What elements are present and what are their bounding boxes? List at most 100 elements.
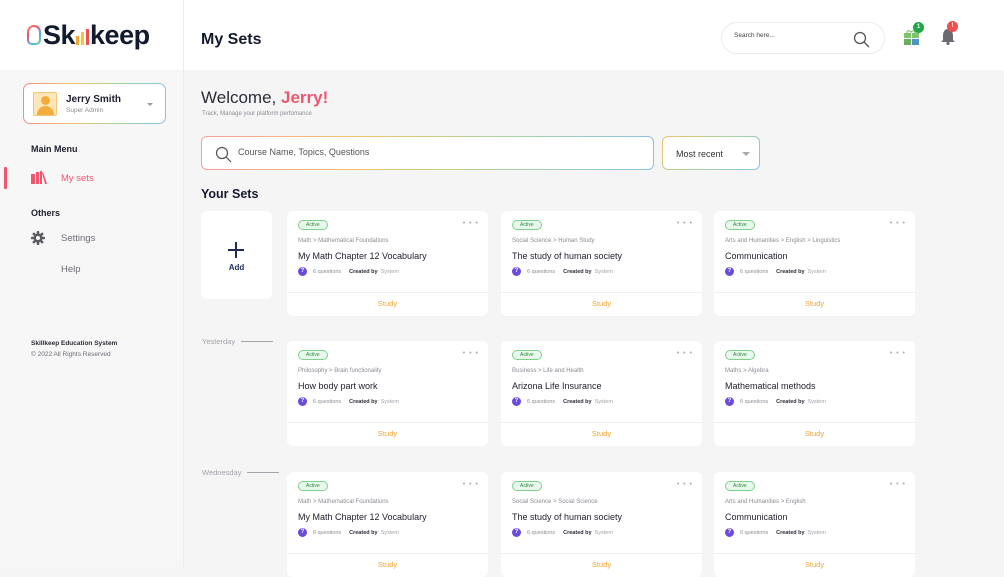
study-button[interactable]: Study	[501, 560, 702, 569]
add-set-button[interactable]: Add	[201, 211, 272, 299]
status-badge: Active	[512, 350, 542, 360]
card-title[interactable]: Mathematical methods	[725, 381, 816, 391]
card-meta: ? 6 questions Created by System	[298, 528, 399, 537]
study-button[interactable]: Study	[287, 299, 488, 308]
card-title[interactable]: My Math Chapter 12 Vocabulary	[298, 251, 427, 261]
card-meta: ? 6 questions Created by System	[725, 267, 826, 276]
question-count: 6 questions	[313, 529, 342, 536]
card-divider	[287, 422, 488, 423]
study-button[interactable]: Study	[714, 560, 915, 569]
sidebar-item-label: My sets	[61, 172, 94, 184]
search-icon[interactable]	[853, 31, 870, 53]
others-heading: Others	[31, 208, 61, 218]
books-icon	[31, 171, 47, 189]
gift-button[interactable]: 1	[904, 22, 924, 50]
set-card[interactable]: Active • • • Philosophy > Brain functional…	[287, 341, 488, 446]
card-breadcrumb: Math > Mathematical Foundations	[298, 238, 389, 244]
notifications-button[interactable]: !	[940, 21, 958, 50]
footer-company: Skillkeep Education System	[31, 340, 118, 347]
question-icon: ?	[512, 397, 521, 406]
card-title[interactable]: The study of human society	[512, 251, 622, 261]
more-options-icon[interactable]: • • •	[677, 220, 693, 227]
question-icon: ?	[298, 397, 307, 406]
card-title[interactable]: Arizona Life Insurance	[512, 381, 602, 391]
plus-icon	[228, 242, 244, 258]
sidebar-item-help[interactable]: Help	[0, 258, 184, 280]
created-by-label: Created by	[776, 268, 805, 275]
status-badge: Active	[298, 350, 328, 360]
creator-name: System	[594, 398, 613, 405]
card-title[interactable]: Communication	[725, 512, 788, 522]
set-card[interactable]: Active • • • Social Science > Social Scien…	[501, 472, 702, 577]
status-badge: Active	[725, 481, 755, 491]
status-badge: Active	[725, 220, 755, 230]
section-title: Your Sets	[201, 187, 259, 201]
more-options-icon[interactable]: • • •	[463, 350, 479, 357]
set-card[interactable]: Active • • • Social Science > Human Study T…	[501, 211, 702, 316]
status-badge: Active	[512, 481, 542, 491]
card-title[interactable]: How body part work	[298, 381, 378, 391]
study-button[interactable]: Study	[287, 560, 488, 569]
set-card[interactable]: Active • • • Math > Mathematical Foundatio…	[287, 472, 488, 577]
profile-switcher[interactable]: Jerry Smith Super Admin	[23, 83, 166, 124]
footer-copyright: © 2022 All Rights Reserved	[31, 351, 111, 358]
sidebar-item-my-sets[interactable]: My sets	[0, 167, 184, 189]
created-by-label: Created by	[563, 529, 592, 536]
more-options-icon[interactable]: • • •	[677, 481, 693, 488]
gear-icon	[31, 231, 45, 250]
creator-name: System	[380, 529, 399, 536]
sort-dropdown[interactable]: Most recent	[662, 136, 760, 170]
more-options-icon[interactable]: • • •	[890, 350, 906, 357]
more-options-icon[interactable]: • • •	[890, 220, 906, 227]
card-divider	[714, 292, 915, 293]
question-icon: ?	[512, 267, 521, 276]
study-button[interactable]: Study	[714, 299, 915, 308]
card-meta: ? 6 questions Created by System	[298, 267, 399, 276]
creator-name: System	[807, 268, 826, 275]
created-by-label: Created by	[563, 268, 592, 275]
sidebar-item-label: Help	[61, 263, 81, 275]
question-icon: ?	[298, 267, 307, 276]
created-by-label: Created by	[776, 529, 805, 536]
creator-name: System	[380, 268, 399, 275]
study-button[interactable]: Study	[287, 429, 488, 438]
header-search-input[interactable]	[734, 32, 834, 39]
created-by-label: Created by	[349, 268, 378, 275]
card-meta: ? 6 questions Created by System	[512, 267, 613, 276]
question-count: 6 questions	[527, 529, 556, 536]
top-bar: My Sets 1 !	[184, 0, 1004, 70]
course-search-input[interactable]	[238, 147, 618, 157]
more-options-icon[interactable]: • • •	[463, 481, 479, 488]
profile-role: Super Admin	[66, 106, 104, 114]
page-title: My Sets	[201, 31, 262, 48]
question-count: 6 questions	[313, 398, 342, 405]
card-title[interactable]: The study of human society	[512, 512, 622, 522]
study-button[interactable]: Study	[501, 429, 702, 438]
card-meta: ? 6 questions Created by System	[298, 397, 399, 406]
set-card[interactable]: Active • • • Maths > Algebra Mathematical m…	[714, 341, 915, 446]
created-by-label: Created by	[563, 398, 592, 405]
logo[interactable]: Sk keep	[27, 20, 150, 51]
chevron-down-icon	[742, 152, 750, 156]
logo-text-sk: Sk	[43, 19, 76, 50]
more-options-icon[interactable]: • • •	[677, 350, 693, 357]
set-card[interactable]: Active • • • Arts and Humanities > English…	[714, 472, 915, 577]
active-indicator	[4, 167, 7, 189]
card-divider	[501, 553, 702, 554]
sidebar-item-settings[interactable]: Settings	[0, 227, 184, 249]
set-card[interactable]: Active • • • Math > Mathematical Foundatio…	[287, 211, 488, 316]
sidebar-item-label: Settings	[61, 232, 96, 244]
card-divider	[501, 292, 702, 293]
card-breadcrumb: Social Science > Human Study	[512, 238, 595, 244]
card-divider	[714, 422, 915, 423]
set-card[interactable]: Active • • • Arts and Humanities > English…	[714, 211, 915, 316]
card-title[interactable]: Communication	[725, 251, 788, 261]
set-card[interactable]: Active • • • Business > Life and Health Ari…	[501, 341, 702, 446]
more-options-icon[interactable]: • • •	[890, 481, 906, 488]
card-title[interactable]: My Math Chapter 12 Vocabulary	[298, 512, 427, 522]
created-by-label: Created by	[349, 529, 378, 536]
study-button[interactable]: Study	[714, 429, 915, 438]
more-options-icon[interactable]: • • •	[463, 220, 479, 227]
question-icon: ?	[512, 528, 521, 537]
study-button[interactable]: Study	[501, 299, 702, 308]
